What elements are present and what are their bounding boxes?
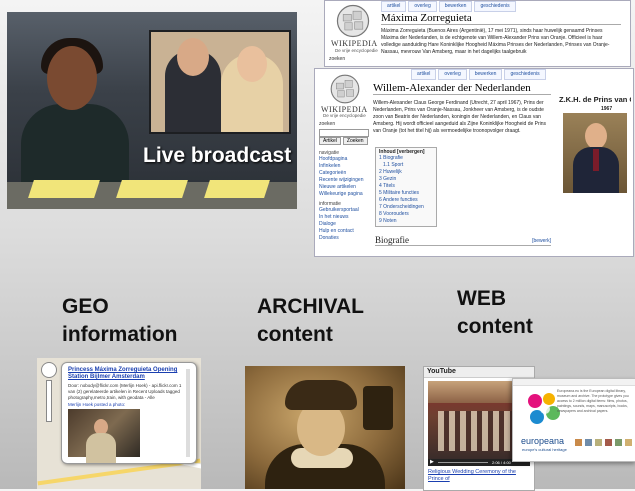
search-input[interactable] — [319, 129, 369, 137]
section-edit-link[interactable]: [bewerk] — [532, 238, 551, 244]
video-title-link[interactable]: Religious Wedding Ceremony of the Prince… — [428, 469, 532, 483]
wiki-tabs: artikel overleg bewerken geschiedenis — [411, 69, 548, 80]
sidebar-item-hoofdpagina[interactable]: Hoofdpagina — [319, 156, 367, 163]
section-heading: Biografie — [375, 235, 409, 245]
toc-item[interactable]: 3 Gezin — [379, 176, 433, 183]
tab-geschiedenis[interactable]: geschiedenis — [504, 69, 546, 80]
wikipedia-globe-icon — [330, 74, 360, 104]
youtube-logo[interactable]: YouTube — [427, 368, 456, 375]
thumbnail[interactable] — [615, 439, 622, 446]
geo-map-screenshot: Princess Máxima Zorreguieta Opening Stat… — [37, 358, 201, 489]
tab-artikel[interactable]: artikel — [381, 1, 407, 12]
tab-bewerken[interactable]: bewerken — [438, 1, 473, 12]
tab-bewerken[interactable]: bewerken — [468, 69, 503, 80]
tab-artikel[interactable]: artikel — [411, 69, 437, 80]
wikipedia-willem-alexander-page: WIKIPEDIA De vrije encyclopedie artikel o… — [314, 68, 634, 257]
sidebar-item-categorieen[interactable]: Categorieën — [319, 170, 367, 177]
popup-text: Door: nobody@flickr.com (Merlijn Hoek) -… — [68, 383, 182, 400]
toc-item[interactable]: 1 Biografie — [379, 155, 433, 162]
wikipedia-maxima-page: WIKIPEDIA De vrije encyclopedie zoeken a… — [324, 0, 631, 67]
thumbnail[interactable] — [585, 439, 592, 446]
infobox-year: 1967 — [601, 106, 613, 112]
sidebar-item-recente-wijzigingen[interactable]: Recente wijzigingen — [319, 177, 367, 184]
page-title: Máxima Zorreguieta — [381, 12, 621, 25]
toc-item[interactable]: 6 Andere functies — [379, 197, 433, 204]
thumbnail[interactable] — [595, 439, 602, 446]
live-broadcast-caption: Live broadcast — [143, 144, 292, 167]
archival-heading: ARCHIVAL content — [257, 295, 364, 346]
live-broadcast-image: Live broadcast — [7, 12, 297, 209]
sidebar-item-willekeurige-pagina[interactable]: Willekeurige pagina — [319, 191, 367, 198]
wiki-tabs: artikel overleg bewerken geschiedenis — [381, 1, 518, 12]
popup-photo[interactable] — [68, 409, 140, 463]
zoeken-button[interactable]: Zoeken — [342, 137, 368, 145]
thumbnail[interactable] — [625, 439, 632, 446]
popup-scrollbar[interactable] — [186, 369, 190, 457]
toc-item[interactable]: 1.1 Sport — [379, 162, 433, 169]
sidebar-item-dialoge[interactable]: Dialoge — [319, 221, 367, 228]
geo-heading: GEO information — [62, 295, 178, 346]
article-intro: Máxima Zorreguieta (Buenos Aires (Argent… — [381, 28, 610, 55]
europeana-description: Europeana.eu is the European digital lib… — [557, 389, 629, 413]
popup-title-link[interactable]: Princess Máxima Zorreguieta Opening Stat… — [68, 367, 186, 381]
wikipedia-globe-icon — [336, 4, 370, 38]
toc-item[interactable]: 5 Militaire functies — [379, 190, 433, 197]
map-info-popup: Princess Máxima Zorreguieta Opening Stat… — [61, 362, 197, 464]
tab-overleg[interactable]: overleg — [438, 69, 467, 80]
europeana-header — [513, 379, 635, 386]
sidebar-item-in-het-nieuws[interactable]: In het nieuws — [319, 214, 367, 221]
studio-screen — [149, 30, 291, 134]
wikipedia-tagline: De vrije encyclopedie — [335, 48, 378, 53]
toc-item[interactable]: 9 Noten — [379, 218, 433, 225]
video-progress-bar[interactable] — [438, 462, 488, 463]
sidebar-item-infinkelen[interactable]: Infinkelen — [319, 163, 367, 170]
artikel-button[interactable]: Artikel — [319, 137, 341, 145]
toc-item[interactable]: 2 Huwelijk — [379, 169, 433, 176]
wikipedia-tagline: De vrije encyclopedie — [323, 113, 366, 118]
video-time: 2:06 / 4:00 — [492, 460, 511, 465]
map-pan-control[interactable] — [41, 362, 57, 378]
infobox-caption: Z.K.H. de Prins van Oranje — [559, 95, 631, 104]
map-zoom-slider[interactable] — [46, 380, 52, 422]
play-icon[interactable]: ▶ — [430, 460, 434, 465]
sidebar-navigation: navigatie Hoofdpagina Infinkelen Categor… — [319, 147, 367, 242]
toc-item[interactable]: 4 Titels — [379, 183, 433, 190]
search-label: zoeken — [329, 56, 346, 62]
europeana-screenshot: Europeana.eu is the European digital lib… — [512, 378, 635, 462]
page-title: Willem-Alexander der Nederlanden — [373, 82, 551, 95]
archival-photo — [245, 366, 405, 489]
tab-overleg[interactable]: overleg — [408, 1, 437, 12]
sidebar-item-gebruikersportaal[interactable]: Gebruikersportaal — [319, 207, 367, 214]
thumbnail[interactable] — [605, 439, 612, 446]
wikipedia-wordmark: WIKIPEDIA — [331, 39, 378, 48]
sidebar-item-hulp-en-contact[interactable]: Hulp en contact — [319, 228, 367, 235]
europeana-tagline: europe's cultural heritage — [522, 447, 567, 452]
popup-poster[interactable]: Merlijn Hoek posted a photo: — [68, 402, 125, 407]
prince-portrait — [563, 113, 627, 193]
europeana-wordmark: europeana — [521, 436, 565, 446]
toc-item[interactable]: 7 Onderscheidingen — [379, 204, 433, 211]
web-heading: WEB content — [457, 287, 533, 338]
thumbnail[interactable] — [575, 439, 582, 446]
search-label: zoeken — [319, 121, 336, 127]
sidebar-item-nieuwe-artikelen[interactable]: Nieuwe artikelen — [319, 184, 367, 191]
tab-geschiedenis[interactable]: geschiedenis — [474, 1, 516, 12]
table-of-contents: Inhoud [verbergen] 1 Biografie 1.1 Sport… — [375, 147, 437, 227]
sidebar-item-donaties[interactable]: Donaties — [319, 235, 367, 242]
toc-item[interactable]: 8 Voorouders — [379, 211, 433, 218]
article-intro: Willem-Alexander Claus George Ferdinand … — [373, 100, 547, 134]
